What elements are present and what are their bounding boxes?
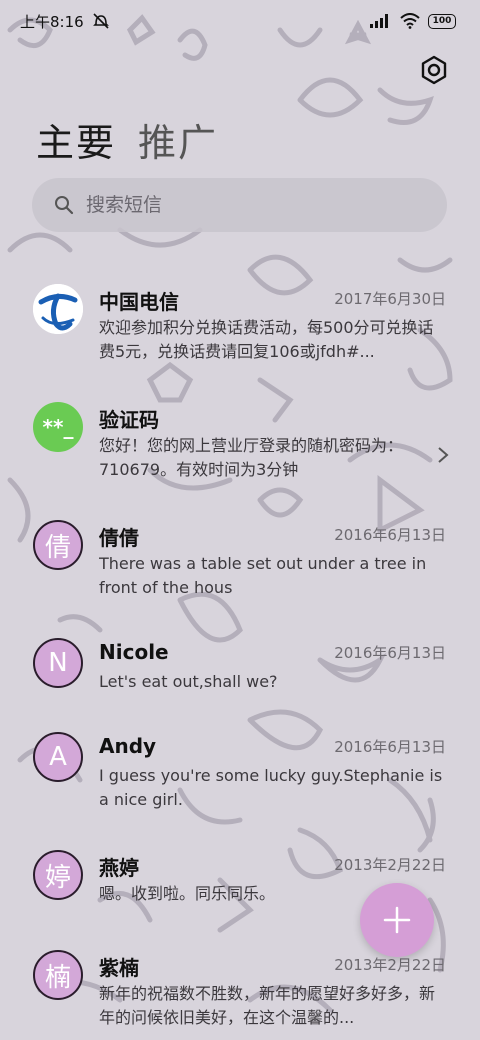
tab-promotions[interactable]: 推广	[138, 112, 218, 167]
message-date: 2016年6月13日	[334, 644, 446, 662]
tab-bar: 主要 推广	[36, 112, 218, 167]
contact-name: 验证码	[99, 408, 159, 432]
dnd-muted-icon	[92, 13, 109, 29]
message-date: 2013年2月22日	[334, 856, 446, 874]
settings-button[interactable]	[418, 54, 450, 86]
message-preview: 您好！您的网上营业厅登录的随机密码为：710679。有效时间为3分钟	[99, 436, 404, 479]
contact-name: 倩倩	[99, 526, 139, 550]
avatar-text: **_	[42, 415, 74, 439]
new-message-button[interactable]	[360, 883, 434, 957]
hexagon-gear-icon	[421, 55, 447, 85]
conversation-row[interactable]: **_ 验证码 您好！您的网上营业厅登录的随机密码为：710679。有效时间为3…	[0, 388, 480, 498]
battery-indicator: 100	[428, 13, 456, 29]
plus-icon	[383, 906, 411, 934]
contact-avatar: A	[33, 732, 83, 782]
message-date: 2017年6月30日	[334, 290, 446, 308]
contact-avatar: N	[33, 638, 83, 688]
message-preview: Let's eat out,shall we?	[99, 672, 278, 691]
message-preview: I guess you're some lucky guy.Stephanie …	[99, 766, 443, 809]
contact-avatar: 婷	[33, 850, 83, 900]
contact-name: Nicole	[99, 640, 169, 664]
wifi-icon	[400, 13, 420, 29]
code-avatar: **_	[33, 402, 83, 452]
message-preview: There was a table set out under a tree i…	[99, 554, 427, 597]
contact-name: 紫楠	[99, 956, 139, 980]
message-date: 2013年2月22日	[334, 956, 446, 974]
conversation-row[interactable]: A Andy 2016年6月13日 I guess you're some lu…	[0, 718, 480, 828]
status-bar: 上午8:16 100	[0, 0, 480, 42]
avatar-text: N	[48, 648, 68, 678]
tab-primary[interactable]: 主要	[36, 112, 116, 167]
contact-name: Andy	[99, 734, 157, 758]
signal-icon	[370, 14, 388, 28]
battery-level: 100	[432, 16, 452, 26]
avatar-text: 婷	[44, 862, 71, 893]
avatar-text: 倩	[44, 532, 71, 563]
contact-avatar: 楠	[33, 950, 83, 1000]
avatar-text: 楠	[44, 962, 71, 993]
search-bar[interactable]	[32, 178, 447, 232]
telecom-logo-icon	[33, 284, 83, 334]
avatar-text: A	[49, 742, 67, 772]
search-input[interactable]	[86, 194, 416, 216]
search-icon	[55, 196, 74, 215]
message-preview: 欢迎参加积分兑换话费活动，每500分可兑换话费5元，兑换话费请回复106或jfd…	[99, 318, 434, 361]
contact-name: 燕婷	[99, 856, 139, 880]
china-telecom-logo-avatar	[33, 284, 83, 334]
conversation-row[interactable]: 中国电信 2017年6月30日 欢迎参加积分兑换话费活动，每500分可兑换话费5…	[0, 270, 480, 380]
message-date: 2016年6月13日	[334, 738, 446, 756]
message-date: 2016年6月13日	[334, 526, 446, 544]
status-time: 上午8:16	[20, 12, 84, 31]
message-preview: 新年的祝福数不胜数，新年的愿望好多好多，新年的问候依旧美好，在这个温馨的...	[99, 984, 436, 1027]
contact-name: 中国电信	[99, 290, 179, 314]
conversation-row[interactable]: 倩 倩倩 2016年6月13日 There was a table set ou…	[0, 506, 480, 616]
contact-avatar: 倩	[33, 520, 83, 570]
chevron-right-icon[interactable]	[436, 446, 450, 464]
